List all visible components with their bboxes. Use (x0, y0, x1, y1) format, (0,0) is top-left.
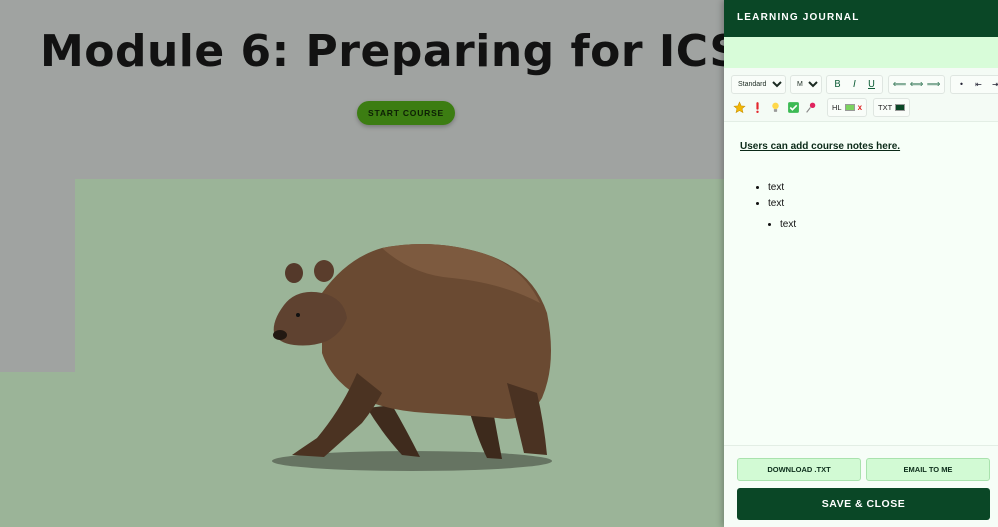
italic-button[interactable]: I (846, 76, 863, 93)
highlight-label: HL (832, 102, 842, 112)
download-txt-button[interactable]: DOWNLOAD .TXT (737, 458, 861, 481)
highlight-swatch[interactable] (844, 103, 855, 111)
list-item: text (768, 196, 982, 212)
pin-icon[interactable] (803, 99, 820, 116)
journal-header: LEARNING JOURNAL (724, 0, 998, 37)
list-item: text (768, 180, 982, 196)
toolbar-row-format: Standard M B I U ⟸ ⟺ ⟹ • ⇤ ⇥ (731, 73, 998, 95)
align-left-button[interactable]: ⟸ (891, 76, 908, 93)
text-style-select[interactable]: Standard (731, 74, 786, 94)
bear-image (272, 244, 552, 471)
exclamation-icon[interactable] (749, 99, 766, 116)
list-group: • ⇤ ⇥ (950, 74, 998, 94)
notes-nested-list: text (740, 217, 982, 233)
align-center-button[interactable]: ⟺ (908, 76, 925, 93)
text-color-swatch[interactable] (895, 103, 906, 111)
journal-status-band (724, 37, 998, 68)
course-title: Module 6: Preparing for ICST (39, 26, 724, 77)
notes-editor[interactable]: Users can add course notes here. text te… (724, 123, 998, 445)
notes-bullet-list: text text (740, 180, 982, 212)
email-to-me-button[interactable]: EMAIL TO ME (866, 458, 990, 481)
highlight-control[interactable]: HL x (827, 97, 868, 117)
footer-secondary-actions: DOWNLOAD .TXT EMAIL TO ME (737, 458, 990, 481)
text-format-group: B I U (826, 74, 883, 94)
bullet-list-button[interactable]: • (953, 76, 970, 93)
indent-button[interactable]: ⇥ (987, 76, 998, 93)
editor-toolbar: Standard M B I U ⟸ ⟺ ⟹ • ⇤ ⇥ HL x TXT (724, 68, 998, 122)
clear-highlight-icon[interactable]: x (858, 103, 862, 112)
start-course-button[interactable]: START COURSE (357, 101, 455, 125)
checkbox-icon[interactable] (785, 99, 802, 116)
alignment-group: ⟸ ⟺ ⟹ (888, 74, 945, 94)
star-icon[interactable] (731, 99, 748, 116)
learning-journal-panel: LEARNING JOURNAL Standard M B I U ⟸ ⟺ ⟹ … (724, 0, 998, 527)
text-color-control[interactable]: TXT (873, 97, 911, 117)
bold-button[interactable]: B (829, 76, 846, 93)
course-page: Module 6: Preparing for ICST START COURS… (0, 0, 724, 527)
align-right-button[interactable]: ⟹ (925, 76, 942, 93)
journal-title: LEARNING JOURNAL (737, 12, 860, 23)
notes-heading: Users can add course notes here. (740, 141, 901, 152)
toolbar-row-insert: HL x TXT (731, 96, 991, 118)
list-item: text (780, 217, 982, 233)
outdent-button[interactable]: ⇤ (970, 76, 987, 93)
lightbulb-icon[interactable] (767, 99, 784, 116)
underline-button[interactable]: U (863, 76, 880, 93)
text-color-label: TXT (878, 102, 893, 112)
hero-background-strip (0, 372, 75, 527)
journal-footer: DOWNLOAD .TXT EMAIL TO ME SAVE & CLOSE (724, 445, 998, 527)
save-and-close-button[interactable]: SAVE & CLOSE (737, 488, 990, 520)
text-size-select[interactable]: M (790, 74, 822, 94)
